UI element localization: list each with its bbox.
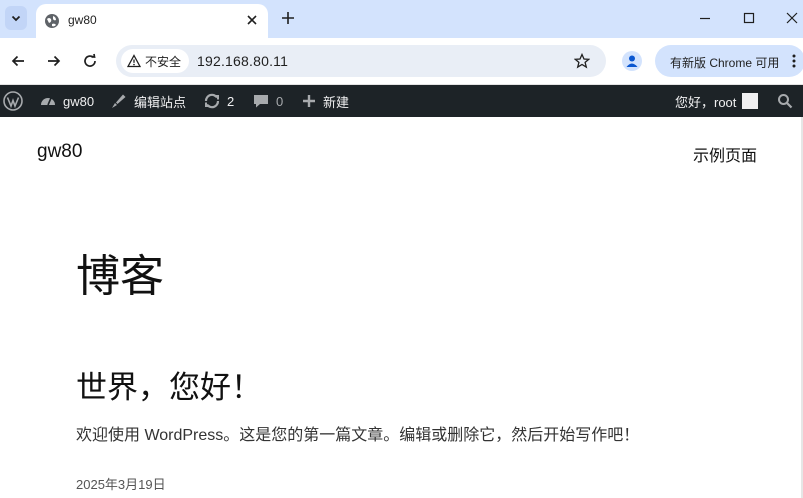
person-icon bbox=[626, 55, 638, 67]
browser-tab[interactable]: gw80 bbox=[36, 4, 268, 38]
updates-icon bbox=[204, 93, 220, 109]
page-title: 博客 bbox=[76, 252, 164, 301]
wordpress-logo-icon bbox=[3, 91, 23, 111]
admin-search[interactable] bbox=[777, 85, 793, 117]
new-content-menu[interactable]: 新建 bbox=[301, 85, 349, 117]
wp-logo-menu[interactable] bbox=[3, 85, 23, 117]
site-name-menu[interactable]: gw80 bbox=[39, 85, 94, 117]
wp-admin-bar: gw80 编辑站点 2 0 新建 您好，root bbox=[0, 85, 803, 117]
comment-icon bbox=[254, 95, 268, 108]
url-text[interactable]: 192.168.80.11 bbox=[197, 53, 288, 69]
updates-count: 2 bbox=[227, 93, 235, 109]
address-bar[interactable]: 不安全 192.168.80.11 bbox=[116, 45, 606, 77]
my-account-menu[interactable]: 您好，root bbox=[675, 85, 759, 117]
comments-link[interactable]: 0 bbox=[252, 85, 283, 117]
brush-icon bbox=[112, 94, 126, 108]
security-chip[interactable]: 不安全 bbox=[121, 49, 190, 73]
security-label: 不安全 bbox=[145, 54, 182, 69]
more-options-icon[interactable] bbox=[791, 53, 797, 69]
updates-link[interactable]: 2 bbox=[203, 85, 234, 117]
reload-icon[interactable] bbox=[82, 53, 98, 69]
browser-toolbar: 不安全 192.168.80.11 有新版 Chrome 可用 bbox=[0, 38, 803, 85]
avatar bbox=[742, 93, 759, 109]
chevron-down-icon bbox=[11, 15, 21, 22]
new-tab-icon[interactable] bbox=[280, 10, 296, 26]
new-label: 新建 bbox=[323, 94, 350, 110]
tab-search-button[interactable] bbox=[5, 6, 27, 30]
comments-count: 0 bbox=[276, 93, 284, 109]
forward-icon[interactable] bbox=[46, 53, 62, 69]
maximize-icon[interactable] bbox=[741, 10, 757, 26]
warning-icon bbox=[127, 54, 141, 68]
post-excerpt: 欢迎使用 WordPress。这是您的第一篇文章。编辑或删除它，然后开始写作吧！ bbox=[76, 427, 640, 444]
site-name: gw80 bbox=[63, 93, 95, 109]
plus-icon bbox=[303, 95, 315, 107]
back-icon[interactable] bbox=[10, 53, 26, 69]
dashboard-icon bbox=[41, 97, 55, 106]
site-title[interactable]: gw80 bbox=[37, 141, 82, 163]
profile-avatar[interactable] bbox=[622, 51, 642, 71]
greeting: 您好，root bbox=[675, 94, 737, 110]
chrome-update-button[interactable]: 有新版 Chrome 可用 bbox=[655, 45, 803, 77]
close-icon[interactable] bbox=[244, 12, 260, 28]
globe-icon bbox=[45, 14, 59, 28]
post-title[interactable]: 世界，您好！ bbox=[76, 362, 262, 407]
edit-site-label: 编辑站点 bbox=[134, 94, 187, 110]
tab-strip: gw80 bbox=[0, 0, 803, 38]
post-date[interactable]: 2025年3月19日 bbox=[76, 474, 166, 493]
update-label: 有新版 Chrome 可用 bbox=[670, 56, 780, 70]
close-window-icon[interactable] bbox=[784, 10, 800, 26]
minimize-icon[interactable] bbox=[697, 10, 713, 26]
bookmark-star-icon[interactable] bbox=[574, 53, 590, 69]
edit-site-link[interactable]: 编辑站点 bbox=[110, 85, 186, 117]
search-icon bbox=[778, 94, 793, 109]
tab-title: gw80 bbox=[68, 13, 97, 27]
nav-sample-page[interactable]: 示例页面 bbox=[693, 142, 757, 166]
